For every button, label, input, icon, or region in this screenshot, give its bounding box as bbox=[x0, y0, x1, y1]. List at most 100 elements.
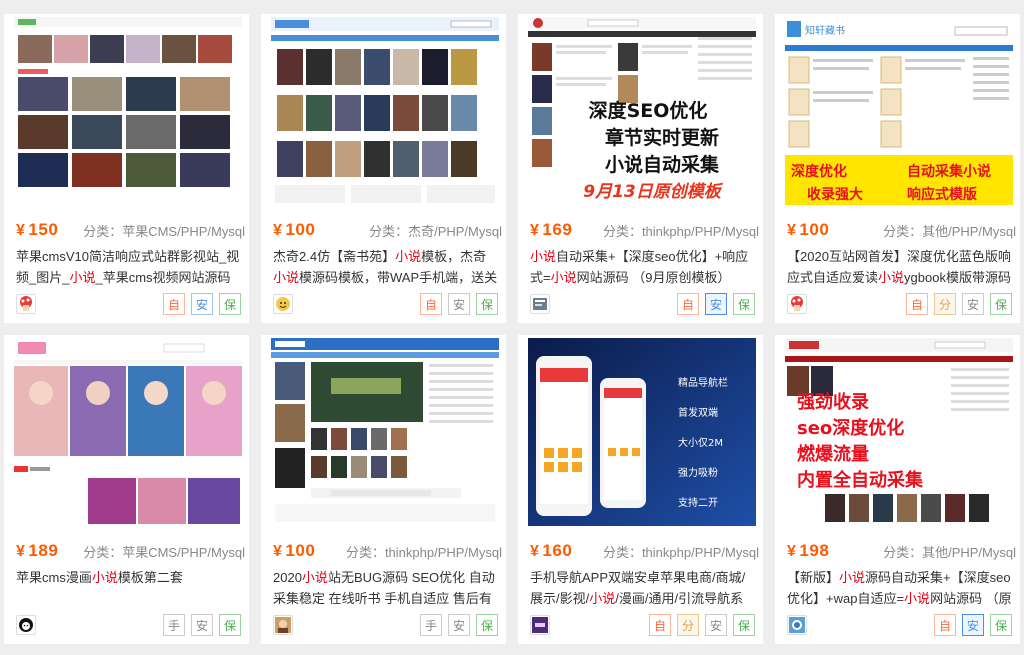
badge-guarantee: 保 bbox=[219, 614, 241, 636]
badge-auto: 自 bbox=[677, 293, 699, 315]
globe-avatar-icon[interactable] bbox=[787, 615, 807, 635]
badge-auto: 自 bbox=[906, 293, 928, 315]
category-label: 分类：thinkphp/PHP/Mysql bbox=[602, 544, 759, 560]
product-card[interactable]: 深度SEO优化 章节实时更新 小说自动采集 9月13日原创模板 ¥169 分类：… bbox=[518, 14, 763, 323]
product-card[interactable]: 知轩藏书 深度优化 自动采集小说 收录强大 响应式模版 ¥ 100 分类：其他/… bbox=[775, 14, 1020, 323]
thumbnail-manga-image bbox=[14, 338, 242, 526]
product-card[interactable]: ¥150 分类：苹果CMS/PHP/Mysql 苹果cmsV10简洁响应式站群影… bbox=[4, 14, 249, 323]
badge-safe: 安 bbox=[962, 614, 984, 636]
product-card[interactable]: 强劲收录 seo深度优化 燃爆流量 内置全自动采集 ¥198 分类：其他/PHP… bbox=[775, 335, 1020, 644]
badge-auto: 自 bbox=[163, 293, 185, 315]
badge-split: 分 bbox=[934, 293, 956, 315]
category-label: 分类：thinkphp/PHP/Mysql bbox=[602, 223, 759, 239]
thumb-text: 精品导航栏 bbox=[678, 376, 728, 389]
product-title[interactable]: 苹果cmsV10简洁响应式站群影视站_视频_图片_小说_苹果cms视频网站源码模 bbox=[16, 246, 242, 288]
thumb-text: 大小仅2M bbox=[678, 436, 723, 449]
badge-guarantee: 保 bbox=[219, 293, 241, 315]
cartoon-face-avatar-icon[interactable] bbox=[273, 294, 293, 314]
thumb-text: 小说自动采集 bbox=[605, 153, 720, 176]
badge-guarantee: 保 bbox=[476, 293, 498, 315]
character-avatar-icon[interactable] bbox=[273, 615, 293, 635]
product-card[interactable]: ¥100 分类：thinkphp/PHP/Mysql 2020小说站无BUG源码… bbox=[261, 335, 506, 644]
badge-guarantee: 保 bbox=[476, 614, 498, 636]
thumb-text: 燃爆流量 bbox=[797, 443, 869, 465]
thumb-text: 强力吸粉 bbox=[678, 466, 718, 479]
price: ¥189 bbox=[16, 541, 59, 560]
thumbnail-blue-novel-image: 知轩藏书 深度优化 自动采集小说 收录强大 响应式模版 bbox=[785, 17, 1013, 205]
badge-guarantee: 保 bbox=[733, 614, 755, 636]
thumb-text: 响应式模版 bbox=[907, 186, 977, 203]
category-label: 分类：thinkphp/PHP/Mysql bbox=[345, 544, 502, 560]
badge-auto: 自 bbox=[649, 614, 671, 636]
price: ¥100 bbox=[273, 541, 316, 560]
category-label: 分类：杰奇/PHP/Mysql bbox=[369, 223, 502, 239]
badge-guarantee: 保 bbox=[990, 293, 1012, 315]
thumb-text: 深度优化 bbox=[791, 163, 847, 180]
product-thumbnail[interactable] bbox=[271, 17, 499, 205]
mushroom-avatar-icon[interactable] bbox=[787, 294, 807, 314]
badge-safe: 安 bbox=[191, 293, 213, 315]
product-thumbnail[interactable]: 精品导航栏 首发双端 大小仅2M 强力吸粉 支持二开 bbox=[528, 338, 756, 526]
price: ¥100 bbox=[273, 220, 316, 239]
price: ¥100 bbox=[787, 220, 830, 239]
book-avatar-icon[interactable] bbox=[530, 294, 550, 314]
product-title[interactable]: 2020小说站无BUG源码 SEO优化 自动采集稳定 在线听书 手机自适应 售后… bbox=[273, 567, 499, 609]
product-title[interactable]: 【新版】小说源码自动采集+【深度seo优化】+wap自适应=小说网站源码 （原 bbox=[787, 567, 1013, 609]
product-title[interactable]: 【2020互站网首发】深度优化蓝色版响应式自适应爱读小说ygbook模版带源码 bbox=[787, 246, 1013, 288]
badge-safe: 安 bbox=[191, 614, 213, 636]
thumb-text: seo深度优化 bbox=[797, 417, 904, 439]
badge-safe: 安 bbox=[448, 614, 470, 636]
badge-safe: 安 bbox=[705, 614, 727, 636]
thumbnail-audiobook-site-image bbox=[271, 338, 499, 526]
category-label: 分类：苹果CMS/PHP/Mysql bbox=[83, 223, 245, 239]
badge-split: 分 bbox=[677, 614, 699, 636]
thumbnail-seo-collection-image: 强劲收录 seo深度优化 燃爆流量 内置全自动采集 bbox=[785, 338, 1013, 526]
thumb-text: 知轩藏书 bbox=[805, 24, 845, 37]
price: ¥198 bbox=[787, 541, 830, 560]
price: ¥160 bbox=[530, 541, 573, 560]
thumb-text: 支持二开 bbox=[678, 496, 718, 509]
badge-safe: 安 bbox=[448, 293, 470, 315]
category-label: 分类：其他/PHP/Mysql bbox=[883, 223, 1016, 239]
product-thumbnail[interactable] bbox=[14, 17, 242, 205]
thumbnail-nav-app-image: 精品导航栏 首发双端 大小仅2M 强力吸粉 支持二开 bbox=[528, 338, 756, 526]
price: ¥169 bbox=[530, 220, 573, 239]
price: ¥150 bbox=[16, 220, 59, 239]
badge-manual: 手 bbox=[163, 614, 185, 636]
product-thumbnail[interactable] bbox=[271, 338, 499, 526]
thumbnail-novel-site-image bbox=[271, 17, 499, 205]
badge-auto: 自 bbox=[420, 293, 442, 315]
product-title[interactable]: 手机导航APP双端安卓苹果电商/商城/展示/影视/小说/漫画/通用/引流导航系统 bbox=[530, 567, 756, 609]
thumbnail-video-site-image bbox=[14, 17, 242, 205]
product-title[interactable]: 小说自动采集+【深度seo优化】+响应式=小说网站源码 （9月原创模板） bbox=[530, 246, 756, 288]
product-thumbnail[interactable]: 知轩藏书 深度优化 自动采集小说 收录强大 响应式模版 bbox=[785, 17, 1013, 205]
category-label: 分类：苹果CMS/PHP/Mysql bbox=[83, 544, 245, 560]
thumbnail-seo-novel-image: 深度SEO优化 章节实时更新 小说自动采集 9月13日原创模板 bbox=[528, 17, 756, 205]
thumb-text: 9月13日原创模板 bbox=[583, 182, 723, 202]
badge-safe: 安 bbox=[962, 293, 984, 315]
logo-avatar-icon[interactable] bbox=[530, 615, 550, 635]
product-card[interactable]: ¥189 分类：苹果CMS/PHP/Mysql 苹果cms漫画小说模板第二套 手… bbox=[4, 335, 249, 644]
cat-avatar-icon[interactable] bbox=[16, 615, 36, 635]
badge-guarantee: 保 bbox=[733, 293, 755, 315]
thumb-text: 收录强大 bbox=[807, 186, 863, 203]
category-label: 分类：其他/PHP/Mysql bbox=[883, 544, 1016, 560]
badge-guarantee: 保 bbox=[990, 614, 1012, 636]
product-card[interactable]: 精品导航栏 首发双端 大小仅2M 强力吸粉 支持二开 ¥160 分类：think… bbox=[518, 335, 763, 644]
product-grid: ¥150 分类：苹果CMS/PHP/Mysql 苹果cmsV10简洁响应式站群影… bbox=[4, 14, 1020, 644]
product-thumbnail[interactable]: 深度SEO优化 章节实时更新 小说自动采集 9月13日原创模板 bbox=[528, 17, 756, 205]
badge-auto: 自 bbox=[934, 614, 956, 636]
thumb-text: 章节实时更新 bbox=[605, 126, 719, 149]
thumb-text: 强劲收录 bbox=[797, 391, 869, 413]
product-card[interactable]: ¥100 分类：杰奇/PHP/Mysql 杰奇2.4仿【斋书苑】小说模板，杰奇小… bbox=[261, 14, 506, 323]
product-thumbnail[interactable]: 强劲收录 seo深度优化 燃爆流量 内置全自动采集 bbox=[785, 338, 1013, 526]
product-title[interactable]: 苹果cms漫画小说模板第二套 bbox=[16, 567, 242, 609]
badge-manual: 手 bbox=[420, 614, 442, 636]
product-title[interactable]: 杰奇2.4仿【斋书苑】小说模板，杰奇小说模源码模板，带WAP手机端，送关关 bbox=[273, 246, 499, 288]
thumb-text: 首发双端 bbox=[678, 406, 718, 419]
mushroom-avatar-icon[interactable] bbox=[16, 294, 36, 314]
badge-safe: 安 bbox=[705, 293, 727, 315]
thumb-text: 自动采集小说 bbox=[907, 163, 991, 180]
thumb-text: 内置全自动采集 bbox=[797, 469, 924, 491]
product-thumbnail[interactable] bbox=[14, 338, 242, 526]
